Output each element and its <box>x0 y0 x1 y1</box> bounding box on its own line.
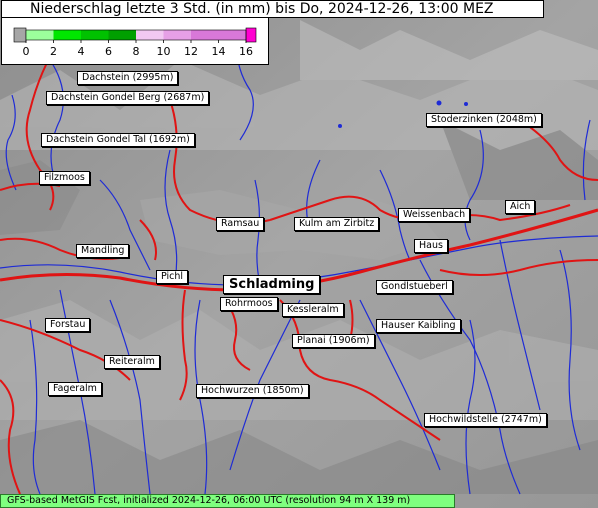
place-label: Mandling <box>76 244 130 258</box>
legend-tick-label: 2 <box>50 45 57 58</box>
legend-tick-label: 6 <box>105 45 112 58</box>
legend-tick-label: 12 <box>184 45 198 58</box>
legend-tick-label: 14 <box>212 45 226 58</box>
legend-swatch <box>81 30 109 40</box>
place-label: Kulm am Zirbitz <box>294 217 380 231</box>
legend-color-bar: 0 2 4 6 8 10 12 14 16 <box>13 27 257 58</box>
map-title: Niederschlag letzte 3 Std. (in mm) bis D… <box>1 0 544 18</box>
legend-tick-label: 10 <box>157 45 171 58</box>
place-label: Aich <box>505 200 536 214</box>
place-label: Filzmoos <box>39 171 90 185</box>
place-label: Hochwurzen (1850m) <box>196 384 309 398</box>
place-label: Stoderzinken (2048m) <box>426 113 542 127</box>
legend-tick-label: 16 <box>239 45 253 58</box>
place-label: Kessleralm <box>282 303 344 317</box>
place-label: Fageralm <box>48 382 102 396</box>
place-label: Dachstein Gondel Tal (1692m) <box>41 133 195 147</box>
place-label: Gondlstueberl <box>376 280 453 294</box>
place-label: Hochwildstelle (2747m) <box>424 413 547 427</box>
legend-swatch <box>245 27 257 43</box>
legend-swatch <box>163 30 191 40</box>
place-label: Hauser Kaibling <box>376 319 461 333</box>
legend-tick-label: 0 <box>23 45 30 58</box>
legend-swatch <box>26 30 54 40</box>
place-label: Rohrmoos <box>220 297 278 311</box>
precipitation-legend: 0 2 4 6 8 10 12 14 16 <box>1 17 269 65</box>
legend-swatch <box>191 30 219 40</box>
legend-swatch <box>108 30 136 40</box>
legend-tick-label: 8 <box>133 45 140 58</box>
legend-swatch <box>218 30 246 40</box>
legend-tick-label: 4 <box>78 45 85 58</box>
place-label-main: Schladming <box>223 275 321 294</box>
forecast-info-bar: GFS-based MetGIS Fcst, initialized 2024-… <box>0 494 455 508</box>
place-label: Dachstein (2995m) <box>77 71 179 85</box>
place-label: Dachstein Gondel Berg (2687m) <box>46 91 210 105</box>
place-label: Ramsau <box>216 217 265 231</box>
place-label: Weissenbach <box>398 208 471 222</box>
place-label: Planai (1906m) <box>292 334 375 348</box>
place-label: Reiteralm <box>104 355 160 369</box>
legend-swatch <box>13 27 27 43</box>
place-label: Forstau <box>45 318 91 332</box>
place-label: Haus <box>414 239 448 253</box>
place-label: Pichl <box>156 270 189 284</box>
legend-swatch <box>136 30 164 40</box>
legend-swatch <box>53 30 81 40</box>
